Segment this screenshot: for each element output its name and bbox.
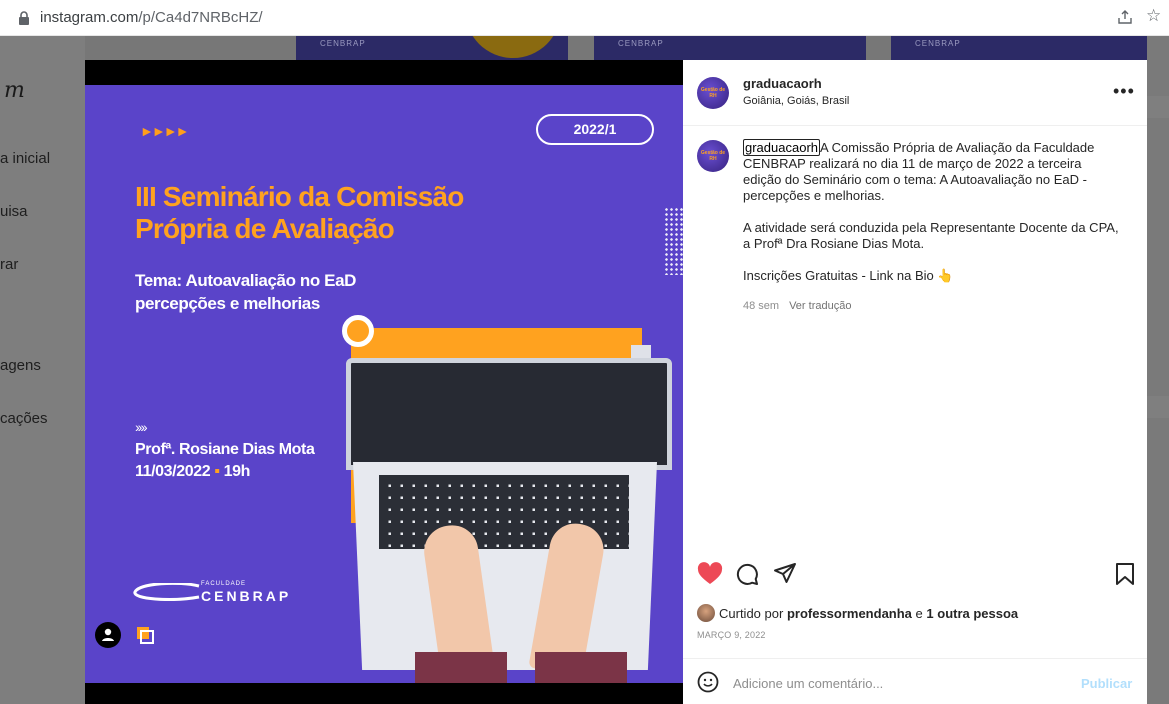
avatar-text: Gestão de RH — [700, 150, 726, 162]
background-nav-home: a inicial — [0, 150, 51, 167]
bookmark-star-icon[interactable]: ☆ — [1146, 7, 1161, 24]
likes-summary: Curtido por professormendanha e 1 outra … — [697, 604, 1018, 622]
caption-paragraph: Inscrições Gratuitas - Link na Bio 👆 — [743, 268, 954, 283]
year-pill: 2022/1 — [536, 114, 654, 145]
post-age[interactable]: 48 sem — [743, 300, 779, 312]
background-nav-messages: agens — [0, 357, 41, 374]
caption-paragraph: A atividade será conduzida pela Represen… — [743, 220, 1119, 251]
heart-icon[interactable] — [697, 562, 723, 586]
post-header: Gestão de RH graduacaorh Goiânia, Goiás,… — [683, 60, 1147, 126]
comment-input[interactable] — [733, 671, 1063, 695]
post-actions — [683, 558, 1147, 594]
publish-button[interactable]: Publicar — [1081, 676, 1132, 691]
background-nav-explore: rar — [0, 256, 19, 273]
caption-paragraph: graduacaorh A Comissão Própria de Avaliaç… — [743, 139, 1123, 204]
post-image[interactable]: ►►►► 2022/1 III Seminário da Comissão Pr… — [85, 85, 683, 683]
caption-meta: 48 sem Ver tradução — [743, 300, 851, 312]
emoji-icon[interactable] — [697, 671, 719, 693]
comment-icon[interactable] — [735, 562, 759, 586]
more-options-icon[interactable]: ••• — [1113, 82, 1135, 100]
translate-link[interactable]: Ver tradução — [789, 300, 851, 312]
background-tile-brand: CENBRAP — [915, 39, 961, 48]
background-sidebar: m a inicial uisa rar agens cações — [0, 36, 85, 704]
likes-conjunction: e — [915, 606, 923, 621]
sleeve-illustration — [535, 652, 627, 683]
poster-speaker: Profª. Rosiane Dias Mota — [135, 441, 315, 458]
poster-theme-line: percepções e melhorias — [135, 294, 320, 313]
avatar-text: Gestão de RH — [700, 87, 726, 99]
decorative-arrows-small: ›››› — [135, 419, 148, 435]
background-logo: m — [4, 78, 25, 103]
separator-dot: ▪ — [214, 463, 220, 480]
background-tile-brand: CENBRAP — [320, 39, 366, 48]
brand-small: FACULDADE — [201, 581, 247, 587]
post-details-panel: Gestão de RH graduacaorh Goiânia, Goiás,… — [683, 60, 1147, 704]
background-tile-brand: CENBRAP — [618, 39, 664, 48]
background-nav-notifications: cações — [0, 410, 48, 427]
poster-title-line: III Seminário da Comissão — [135, 181, 464, 212]
poster-theme-line: Tema: Autoavaliação no EaD — [135, 271, 357, 290]
address-field[interactable]: instagram.com/p/Ca4d7NRBcHZ/ — [40, 9, 263, 26]
poster-speaker-block: Profª. Rosiane Dias Mota 11/03/2022 ▪ 19… — [135, 439, 315, 483]
author-avatar[interactable]: Gestão de RH — [697, 77, 729, 109]
post-date: MARÇO 9, 2022 — [697, 630, 766, 640]
caption-username[interactable]: graduacaorh — [743, 139, 820, 156]
poster-theme: Tema: Autoavaliação no EaD percepções e … — [135, 269, 435, 315]
poster-title-line: Própria de Avaliação — [135, 213, 395, 244]
lock-icon[interactable] — [18, 11, 30, 25]
url-host: instagram.com — [40, 9, 139, 26]
caption-author-avatar[interactable]: Gestão de RH — [697, 140, 729, 172]
background-nav-search: uisa — [0, 203, 28, 220]
url-path: /p/Ca4d7NRBcHZ/ — [138, 9, 263, 26]
post-media[interactable]: ►►►► 2022/1 III Seminário da Comissão Pr… — [85, 60, 683, 704]
background-right-strip — [1147, 36, 1169, 704]
decorative-arrows: ►►►► — [140, 123, 189, 139]
laptop-illustration — [346, 358, 672, 470]
cube-icon — [137, 627, 154, 644]
post-caption: graduacaorh A Comissão Própria de Avaliaç… — [743, 139, 1123, 284]
bookmark-icon[interactable] — [1115, 562, 1135, 586]
tagged-users-icon[interactable] — [95, 622, 121, 648]
comment-composer: Publicar — [683, 658, 1147, 704]
background-tile: CENBRAP — [891, 36, 1147, 60]
decorative-ring — [342, 315, 374, 347]
liker-avatar[interactable] — [697, 604, 715, 622]
poster-title: III Seminário da Comissão Própria de Ava… — [135, 181, 495, 245]
share-icon[interactable] — [1117, 9, 1133, 25]
poster-datetime: 11/03/2022 ▪ 19h — [135, 461, 314, 483]
sleeve-illustration — [415, 652, 507, 683]
background-tile: CENBRAP — [594, 36, 866, 60]
brand-big: CENBRAP — [201, 588, 292, 604]
cenbrap-logo-icon — [133, 583, 200, 601]
share-send-icon[interactable] — [773, 561, 797, 585]
decorative-dot-grid — [664, 207, 683, 275]
poster-time: 19h — [223, 463, 251, 480]
likes-others[interactable]: 1 outra pessoa — [926, 606, 1018, 621]
liker-username[interactable]: professormendanha — [787, 606, 912, 621]
likes-prefix: Curtido por — [719, 606, 784, 621]
author-username[interactable]: graduacaorh — [743, 76, 822, 91]
post-location[interactable]: Goiânia, Goiás, Brasil — [743, 95, 849, 107]
browser-url-bar: instagram.com/p/Ca4d7NRBcHZ/ ☆ — [0, 0, 1169, 36]
poster-date: 11/03/2022 — [135, 463, 211, 480]
